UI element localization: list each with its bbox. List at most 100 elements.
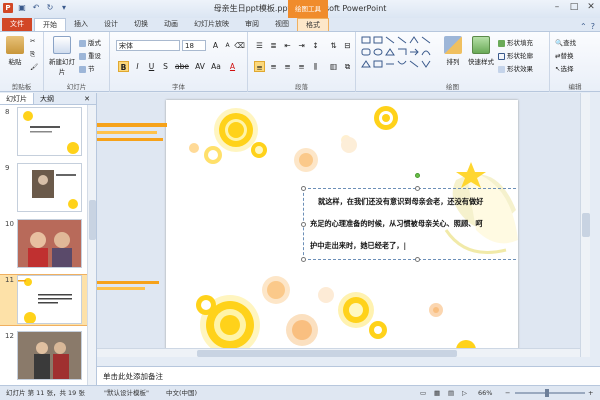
help-icon[interactable]: ? (591, 22, 595, 31)
thumbnail-image (17, 107, 82, 156)
thumbnail-slide-8[interactable]: 8 (0, 107, 88, 157)
selected-textbox[interactable]: 就这样，在我们还没有意识到母亲会老，还没有做好 充足的心理准备的时候，从习惯被母… (301, 173, 518, 262)
change-case-button[interactable]: Aa (209, 61, 223, 72)
scroll-thumb[interactable] (197, 350, 457, 357)
new-slide-button[interactable]: 新建幻灯片 (48, 36, 76, 76)
tab-view[interactable]: 视图 (267, 18, 297, 31)
thumbnail-slide-11[interactable]: 11 (0, 274, 89, 326)
font-size-select[interactable]: 18 (182, 40, 206, 51)
language-indicator[interactable]: 中文(中国) (166, 386, 197, 400)
tab-home[interactable]: 开始 (34, 18, 66, 31)
resize-handle[interactable] (415, 186, 420, 191)
rotate-handle[interactable] (415, 173, 420, 178)
reset-button[interactable]: 重设 (79, 50, 101, 60)
vertical-scrollbar[interactable] (580, 93, 590, 357)
tab-slides-panel[interactable]: 幻灯片 (0, 93, 34, 104)
bold-button[interactable]: B (118, 61, 129, 72)
notes-pane[interactable]: 单击此处添加备注 (97, 366, 600, 385)
smartart-icon[interactable]: ⧉ (342, 61, 353, 72)
layout-button[interactable]: 版式 (79, 37, 101, 47)
zoom-slider-knob[interactable] (545, 389, 549, 397)
tab-design[interactable]: 设计 (96, 18, 126, 31)
shapes-gallery[interactable] (360, 35, 438, 75)
zoom-out-button[interactable]: − (505, 386, 510, 400)
shape-fill-button[interactable]: 形状填充 (498, 37, 533, 47)
justify-icon[interactable]: ≡ (296, 61, 307, 72)
quick-styles-button[interactable]: 快速样式 (466, 36, 496, 66)
underline-button[interactable]: U (146, 61, 157, 72)
horizontal-scrollbar[interactable] (97, 348, 580, 357)
thumbnail-slide-12[interactable]: 12 (0, 331, 88, 381)
slide-text-line-2[interactable]: 充足的心理准备的时候，从习惯被母亲关心、照顾、呵 (310, 219, 483, 229)
tab-outline-panel[interactable]: 大纲 (34, 93, 60, 104)
shrink-font-icon[interactable]: A (222, 40, 233, 51)
shape-outline-button[interactable]: 形状轮廓 (498, 50, 533, 60)
minimize-ribbon-icon[interactable]: ⌃ (580, 22, 587, 31)
columns-icon[interactable]: ▥ (328, 61, 339, 72)
align-center-icon[interactable]: ≡ (268, 61, 279, 72)
slide-canvas[interactable]: 就这样，在我们还没有意识到母亲会老，还没有做好 充足的心理准备的时候，从习惯被母… (166, 100, 518, 354)
slide-sorter-icon[interactable]: ▦ (434, 386, 440, 400)
scroll-thumb[interactable] (89, 200, 96, 240)
arrange-button[interactable]: 排列 (442, 36, 464, 66)
font-name-select[interactable]: 宋体 (116, 40, 180, 51)
text-direction-icon[interactable]: ⇅ (328, 40, 339, 51)
tab-insert[interactable]: 插入 (66, 18, 96, 31)
reading-view-icon[interactable]: ▤ (448, 386, 454, 400)
char-spacing-button[interactable]: AV (193, 61, 207, 72)
scroll-thumb[interactable] (582, 213, 590, 237)
tab-format[interactable]: 格式 (297, 18, 329, 31)
slide-text-line-3[interactable]: 护中走出来时，她已经老了，| (310, 241, 406, 251)
notes-placeholder[interactable]: 单击此处添加备注 (103, 372, 163, 381)
maximize-button[interactable]: □ (568, 2, 580, 12)
clear-format-icon[interactable]: ⌫ (234, 40, 245, 51)
replace-button[interactable]: ⇄替换 (555, 50, 573, 60)
copy-icon[interactable]: ⎘ (30, 50, 35, 59)
strikethrough-button[interactable]: abe (174, 61, 190, 72)
select-button[interactable]: ↖选择 (555, 63, 573, 73)
format-painter-icon[interactable]: 🖌 (30, 63, 38, 71)
resize-handle[interactable] (301, 222, 306, 227)
numbering-icon[interactable]: ≣ (268, 40, 279, 51)
panel-tabs: 幻灯片 大纲 ✕ (0, 93, 96, 105)
minimize-button[interactable]: – (551, 2, 563, 12)
resize-handle[interactable] (415, 257, 420, 262)
tab-file[interactable]: 文件 (2, 18, 32, 31)
bullets-icon[interactable]: ☰ (254, 40, 265, 51)
zoom-level[interactable]: 66% (478, 386, 492, 400)
close-panel-icon[interactable]: ✕ (78, 93, 96, 104)
decrease-indent-icon[interactable]: ⇤ (282, 40, 293, 51)
find-button[interactable]: 🔍查找 (555, 37, 576, 47)
distributed-icon[interactable]: ⫼ (310, 61, 321, 72)
resize-handle[interactable] (301, 186, 306, 191)
increase-indent-icon[interactable]: ⇥ (296, 40, 307, 51)
thumbnail-scrollbar[interactable] (87, 105, 96, 385)
zoom-slider[interactable] (515, 389, 585, 397)
line-spacing-icon[interactable]: ↕ (310, 40, 321, 51)
close-button[interactable]: ✕ (585, 2, 597, 12)
font-color-button[interactable]: A (227, 61, 238, 72)
align-text-icon[interactable]: ⊟ (342, 40, 353, 51)
paste-button[interactable]: 粘贴 (4, 36, 26, 66)
slide-text-line-1[interactable]: 就这样，在我们还没有意识到母亲会老，还没有做好 (318, 197, 483, 207)
theme-name[interactable]: "默认设计模板" (104, 386, 149, 400)
thumbnail-slide-9[interactable]: 9 (0, 163, 88, 213)
align-right-icon[interactable]: ≡ (282, 61, 293, 72)
resize-handle[interactable] (301, 257, 306, 262)
shadow-button[interactable]: S (160, 61, 171, 72)
tab-slideshow[interactable]: 幻灯片放映 (186, 18, 237, 31)
cut-icon[interactable]: ✂ (30, 37, 35, 45)
tab-animations[interactable]: 动画 (156, 18, 186, 31)
slideshow-icon[interactable]: ▷ (462, 386, 467, 400)
align-left-icon[interactable]: ≡ (254, 61, 265, 72)
thumbnail-slide-10[interactable]: 10 (0, 219, 88, 269)
layout-icon (79, 39, 86, 47)
normal-view-icon[interactable]: ▭ (420, 386, 426, 400)
italic-button[interactable]: I (132, 61, 143, 72)
grow-font-icon[interactable]: A (210, 40, 221, 51)
shape-effects-button[interactable]: 形状效果 (498, 63, 533, 73)
tab-review[interactable]: 审阅 (237, 18, 267, 31)
zoom-in-button[interactable]: + (588, 386, 593, 400)
section-button[interactable]: 节 (79, 63, 95, 73)
tab-transitions[interactable]: 切换 (126, 18, 156, 31)
